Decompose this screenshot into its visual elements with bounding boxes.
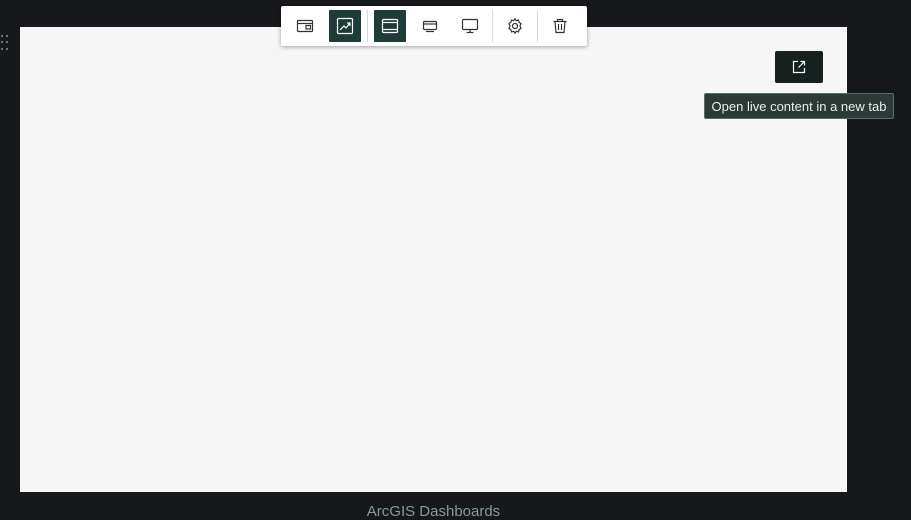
layout-card-icon xyxy=(296,19,314,33)
chart-image-icon xyxy=(336,17,354,35)
display-tablet-button[interactable] xyxy=(414,10,446,42)
layout-card-button[interactable] xyxy=(289,10,321,42)
external-link-icon xyxy=(792,60,806,74)
toolbar-separator xyxy=(537,10,538,42)
drag-handle-icon[interactable] xyxy=(0,35,11,51)
settings-button[interactable] xyxy=(499,10,531,42)
open-live-content-tooltip: Open live content in a new tab xyxy=(704,93,894,119)
toolbar-separator xyxy=(492,10,493,42)
open-live-content-button[interactable] xyxy=(775,51,823,83)
trash-icon xyxy=(553,18,567,34)
display-wide-button[interactable] xyxy=(374,10,406,42)
display-wide-icon xyxy=(381,18,399,34)
delete-button[interactable] xyxy=(544,10,576,42)
footer-brand-text: ArcGIS Dashboards xyxy=(366,503,501,520)
chart-image-button[interactable] xyxy=(329,10,361,42)
display-monitor-icon xyxy=(461,18,479,34)
display-monitor-button[interactable] xyxy=(454,10,486,42)
settings-gear-icon xyxy=(508,17,522,35)
widget-toolbar xyxy=(281,6,587,46)
toolbar-separator xyxy=(367,10,368,42)
display-tablet-icon xyxy=(422,20,438,33)
